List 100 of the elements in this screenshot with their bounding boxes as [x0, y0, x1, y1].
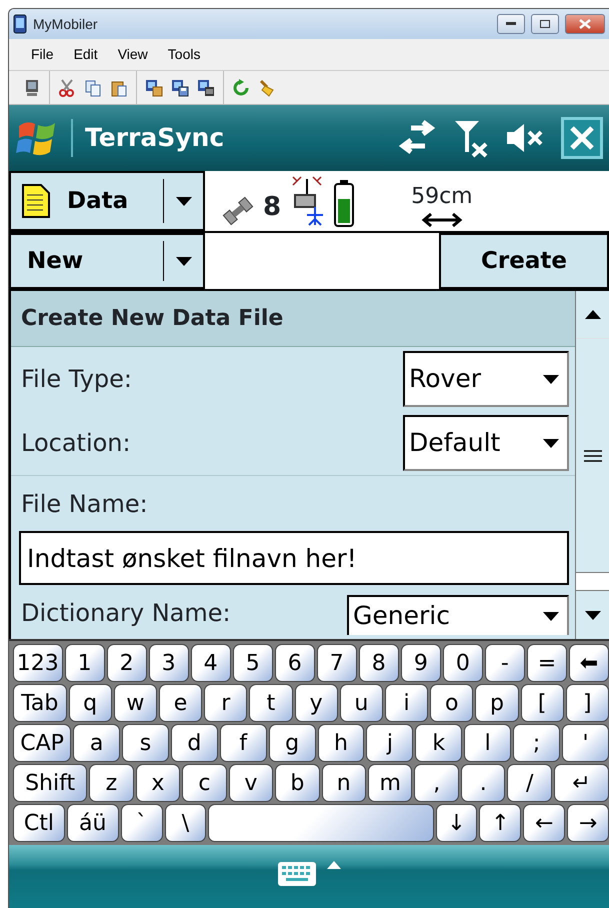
no-signal-icon[interactable] — [453, 118, 489, 158]
keyboard-key[interactable]: \ — [164, 804, 206, 842]
caret-icon — [543, 374, 559, 384]
keyboard-key[interactable]: ↓ — [436, 804, 478, 842]
keyboard-key[interactable]: 7 — [316, 644, 357, 682]
keyboard-key[interactable]: p — [475, 684, 519, 722]
keyboard-key[interactable]: f — [220, 724, 267, 762]
keyboard-key[interactable]: v — [228, 764, 274, 802]
keyboard-key[interactable]: x — [136, 764, 180, 802]
keyboard-key[interactable]: h — [318, 724, 364, 762]
paste-icon[interactable] — [110, 78, 128, 96]
keyboard-key[interactable]: r — [204, 684, 248, 722]
keyboard-key[interactable]: q — [68, 684, 112, 722]
close-icon — [569, 125, 595, 151]
dropdown-field[interactable]: Generic — [347, 595, 569, 635]
keyboard-key[interactable]: . — [460, 764, 506, 802]
close-button[interactable] — [565, 14, 605, 34]
keyboard-key[interactable]: 4 — [190, 644, 231, 682]
keyboard-key[interactable]: 5 — [232, 644, 273, 682]
screen-floppy-icon[interactable] — [171, 78, 189, 96]
keyboard-key[interactable]: - — [484, 644, 525, 682]
keyboard-key[interactable]: 123 — [13, 644, 63, 682]
keyboard-icon[interactable] — [277, 861, 317, 887]
close-button[interactable] — [561, 117, 603, 159]
section-dropdown[interactable]: Data — [9, 171, 205, 231]
scissors-icon[interactable] — [58, 78, 76, 96]
keyboard-key[interactable]: b — [275, 764, 320, 802]
mode-dropdown[interactable]: New — [9, 233, 205, 289]
keyboard-key[interactable]: [ — [520, 684, 564, 722]
device-icon[interactable] — [23, 78, 41, 96]
up-arrow-icon — [584, 310, 600, 319]
keyboard-key[interactable]: , — [414, 764, 459, 802]
menu-item[interactable]: View — [110, 42, 156, 67]
grip-icon — [584, 450, 602, 462]
keyboard-key[interactable]: ↵ — [554, 764, 609, 802]
keyboard-key[interactable]: z — [89, 764, 134, 802]
battery-icon — [333, 179, 356, 227]
keyboard-key[interactable]: ⬅ — [568, 644, 609, 682]
keyboard-key[interactable]: 3 — [148, 644, 189, 682]
keyboard-key[interactable]: j — [366, 724, 414, 762]
keyboard-key[interactable]: e — [158, 684, 202, 722]
keyboard-key[interactable]: ] — [566, 684, 609, 722]
keyboard-key[interactable]: w — [114, 684, 157, 722]
minimize-button[interactable] — [497, 14, 525, 34]
dropdown-field[interactable]: Default — [403, 415, 569, 471]
keyboard-key[interactable]: ' — [562, 724, 609, 762]
keyboard-key[interactable]: 9 — [400, 644, 441, 682]
screen-film-icon[interactable] — [197, 78, 215, 96]
keyboard-key[interactable]: 0 — [442, 644, 483, 682]
field-label: File Type: — [21, 364, 132, 395]
keyboard-key[interactable]: u — [340, 684, 383, 722]
field-label: File Name: — [21, 488, 148, 520]
document-icon — [21, 183, 51, 219]
keyboard-key[interactable]: n — [322, 764, 366, 802]
keyboard-key[interactable]: Shift — [13, 764, 88, 802]
broom-icon[interactable] — [258, 78, 276, 96]
keyboard-key[interactable]: 2 — [106, 644, 147, 682]
keyboard-key[interactable]: 1 — [64, 644, 105, 682]
up-caret-icon[interactable] — [327, 861, 341, 869]
keyboard-key[interactable]: 8 — [358, 644, 399, 682]
keyboard-key[interactable]: = — [526, 644, 567, 682]
keyboard-key[interactable]: s — [122, 724, 169, 762]
double-arrow-icon — [420, 213, 463, 227]
keyboard-key[interactable]: o — [430, 684, 474, 722]
menu-item[interactable]: Edit — [66, 42, 106, 67]
keyboard-key[interactable]: a — [73, 724, 120, 762]
file-name-field[interactable]: Indtast ønsket filnavn her! — [19, 531, 569, 585]
keyboard-key[interactable]: d — [170, 724, 218, 762]
keyboard-key[interactable]: c — [182, 764, 227, 802]
keyboard-key[interactable]: / — [507, 764, 552, 802]
dropdown-field[interactable]: Rover — [403, 351, 569, 407]
keyboard-key[interactable]: y — [294, 684, 338, 722]
screen-clipboard-icon[interactable] — [145, 78, 163, 96]
keyboard-key[interactable]: → — [567, 804, 609, 842]
maximize-button[interactable] — [531, 14, 559, 34]
mute-icon[interactable] — [505, 122, 545, 154]
keyboard-key[interactable]: áü — [66, 804, 119, 842]
keyboard-key[interactable]: i — [384, 684, 428, 722]
space-key[interactable] — [208, 804, 434, 842]
create-button[interactable]: Create — [439, 233, 609, 289]
window-title: MyMobiler — [33, 14, 99, 34]
keyboard-key[interactable]: Ctl — [13, 804, 65, 842]
menu-item[interactable]: File — [23, 42, 62, 67]
keyboard-key[interactable]: g — [268, 724, 316, 762]
sync-arrows-icon[interactable] — [397, 120, 437, 156]
keyboard-key[interactable]: Tab — [13, 684, 67, 722]
keyboard-key[interactable]: ; — [513, 724, 560, 762]
keyboard-key[interactable]: ← — [523, 804, 566, 842]
keyboard-key[interactable]: ↑ — [479, 804, 522, 842]
copy-icon[interactable] — [84, 78, 102, 96]
menu-item[interactable]: Tools — [160, 42, 208, 67]
keyboard-key[interactable]: l — [464, 724, 512, 762]
keyboard-key[interactable]: k — [415, 724, 462, 762]
keyboard-key[interactable]: 6 — [274, 644, 315, 682]
keyboard-key[interactable]: m — [368, 764, 412, 802]
scrollbar[interactable] — [576, 291, 609, 639]
keyboard-key[interactable]: ` — [120, 804, 163, 842]
refresh-icon[interactable] — [232, 78, 250, 96]
keyboard-key[interactable]: t — [249, 684, 293, 722]
keyboard-key[interactable]: CAP — [13, 724, 72, 762]
